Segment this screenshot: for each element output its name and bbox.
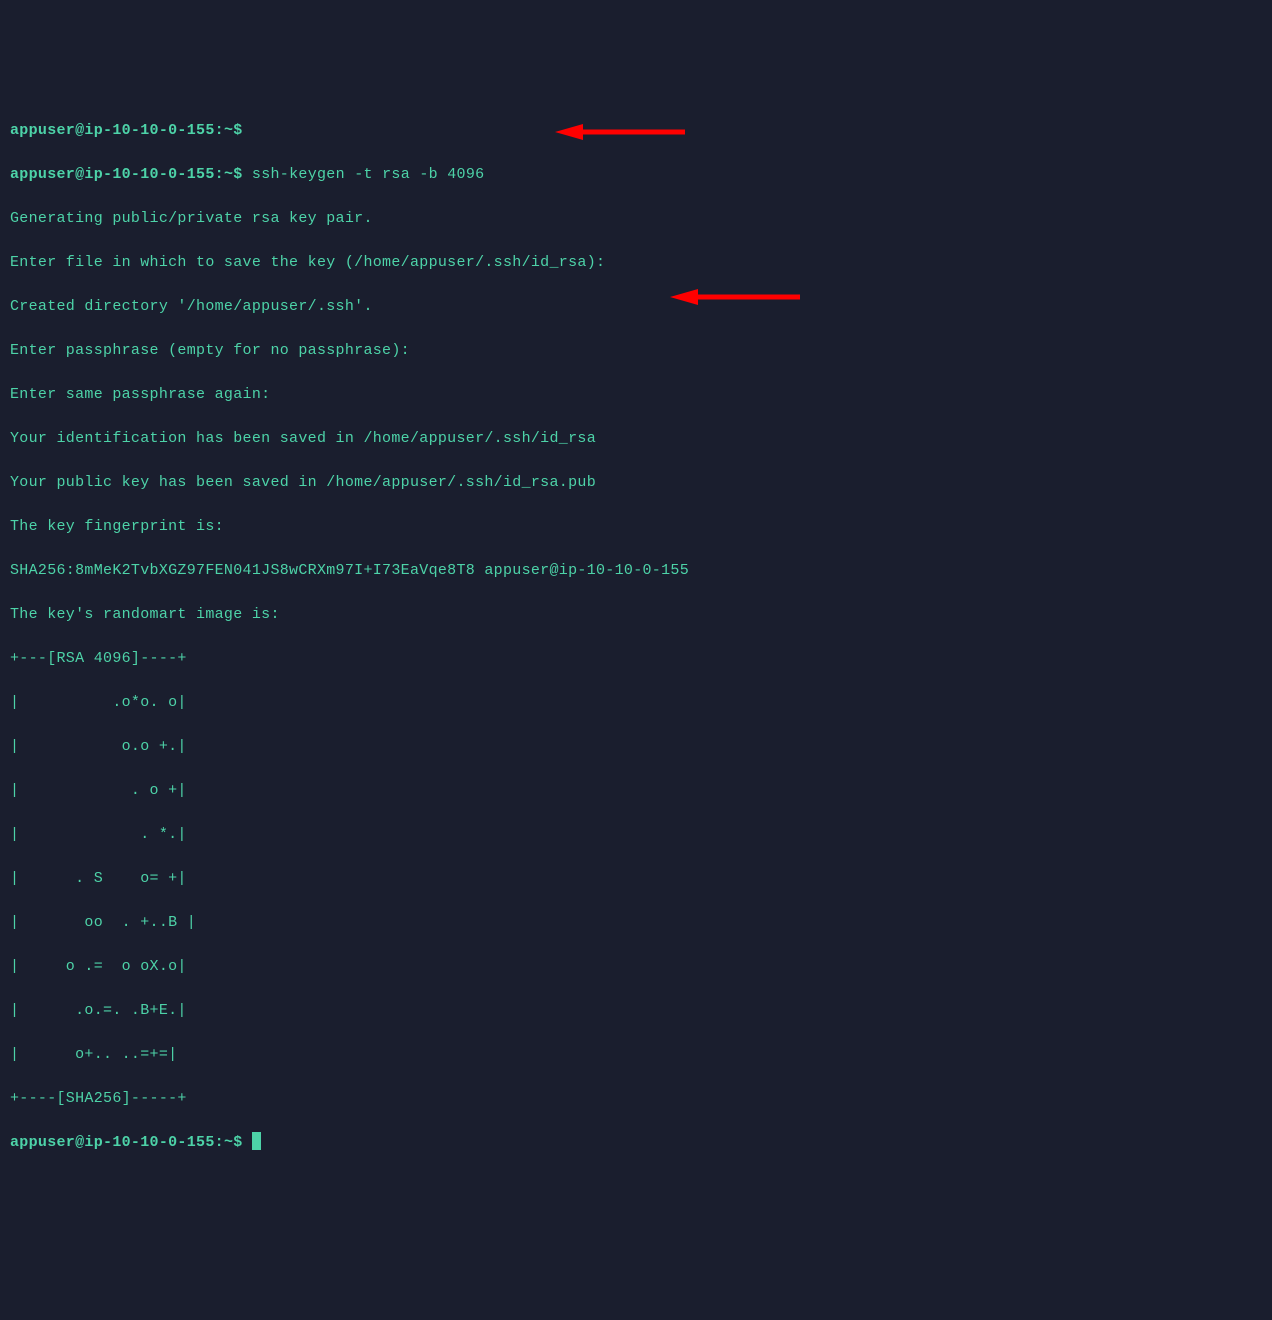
- prompt-tilde: ~: [224, 166, 233, 183]
- terminal-output-line: Generating public/private rsa key pair.: [10, 208, 1262, 230]
- terminal-output-line: | . S o= +|: [10, 868, 1262, 890]
- command-text[interactable]: ssh-keygen -t rsa -b 4096: [252, 166, 485, 183]
- terminal-output-line: | oo . +..B |: [10, 912, 1262, 934]
- prompt-separator: :: [215, 122, 224, 139]
- terminal-output-line: +---[RSA 4096]----+: [10, 648, 1262, 670]
- prompt-user-host: appuser@ip-10-10-0-155: [10, 166, 215, 183]
- terminal-output-line: +----[SHA256]-----+: [10, 1088, 1262, 1110]
- command-text[interactable]: [243, 166, 252, 183]
- terminal-output-line: The key fingerprint is:: [10, 516, 1262, 538]
- terminal-output-line: | . *.|: [10, 824, 1262, 846]
- terminal-output-line: | .o.=. .B+E.|: [10, 1000, 1262, 1022]
- prompt-user-host: appuser@ip-10-10-0-155: [10, 1134, 215, 1151]
- terminal-output-line: Enter file in which to save the key (/ho…: [10, 252, 1262, 274]
- terminal-output-line: Your identification has been saved in /h…: [10, 428, 1262, 450]
- prompt-user-host: appuser@ip-10-10-0-155: [10, 122, 215, 139]
- terminal-line: appuser@ip-10-10-0-155:~$ ssh-keygen -t …: [10, 164, 1262, 186]
- terminal-output-line: | o.o +.|: [10, 736, 1262, 758]
- prompt-tilde: ~: [224, 122, 233, 139]
- terminal-output-line: | . o +|: [10, 780, 1262, 802]
- prompt-dollar: $: [233, 122, 242, 139]
- terminal-window: appuser@ip-10-10-0-155:~$ appuser@ip-10-…: [10, 98, 1262, 1286]
- terminal-line: appuser@ip-10-10-0-155:~$: [10, 120, 1262, 142]
- prompt-separator: :: [215, 1134, 224, 1151]
- prompt-separator: :: [215, 166, 224, 183]
- terminal-output-line: | .o*o. o|: [10, 692, 1262, 714]
- terminal-line: appuser@ip-10-10-0-155:~$: [10, 1132, 1262, 1154]
- terminal-output-line: Enter passphrase (empty for no passphras…: [10, 340, 1262, 362]
- terminal-output-line: SHA256:8mMeK2TvbXGZ97FEN041JS8wCRXm97I+I…: [10, 560, 1262, 582]
- terminal-cursor[interactable]: [252, 1132, 261, 1150]
- terminal-output-line: | o .= o oX.o|: [10, 956, 1262, 978]
- terminal-output-line: The key's randomart image is:: [10, 604, 1262, 626]
- prompt-dollar: $: [233, 166, 242, 183]
- terminal-output-line: Your public key has been saved in /home/…: [10, 472, 1262, 494]
- prompt-dollar: $: [233, 1134, 242, 1151]
- terminal-output-line: Created directory '/home/appuser/.ssh'.: [10, 296, 1262, 318]
- terminal-output-line: | o+.. ..=+=|: [10, 1044, 1262, 1066]
- prompt-tilde: ~: [224, 1134, 233, 1151]
- terminal-output-line: Enter same passphrase again:: [10, 384, 1262, 406]
